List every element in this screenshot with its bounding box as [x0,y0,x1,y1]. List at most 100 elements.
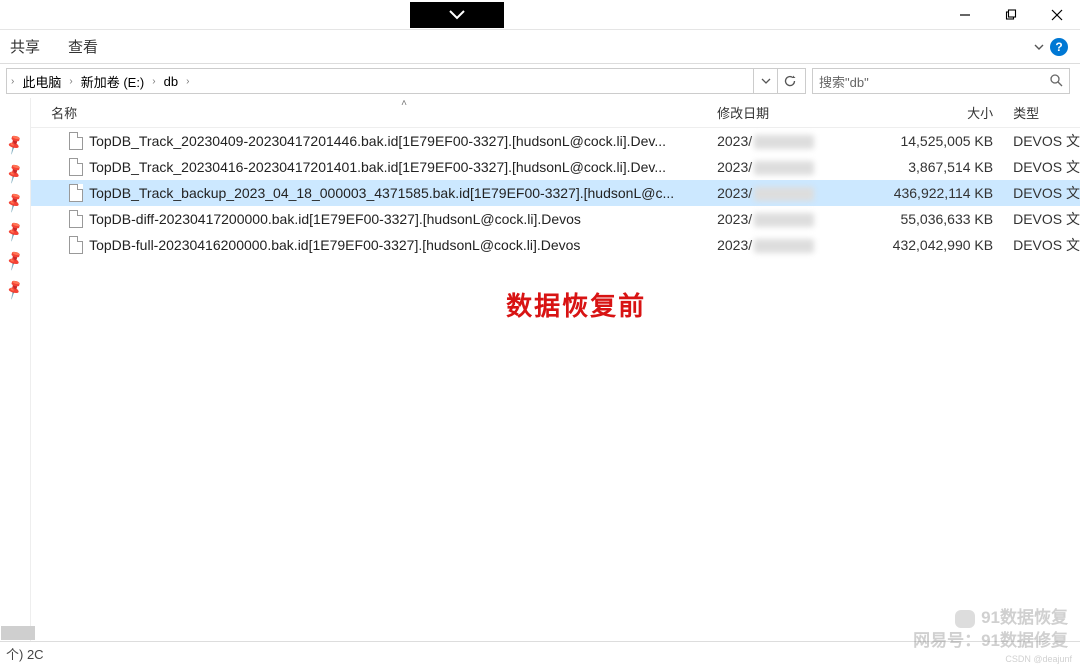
overlay-caption: 数据恢复前 [506,286,646,323]
maximize-icon [1005,9,1017,21]
file-icon [69,184,83,202]
chevron-down-icon [449,10,465,20]
file-name-text: TopDB_Track_20230409-20230417201446.bak.… [89,133,666,149]
sidebar-scrollbar[interactable] [1,626,35,640]
file-type-cell: DEVOS 文 [1007,183,1080,203]
search-icon [1049,73,1063,87]
chevron-right-icon[interactable]: › [11,76,14,87]
breadcrumb-folder[interactable]: db [160,74,182,89]
maximize-button[interactable] [988,0,1034,30]
ribbon-tab-share[interactable]: 共享 [10,36,40,57]
breadcrumb-volume[interactable]: 新加卷 (E:) [77,72,149,91]
file-size-cell: 432,042,990 KB [857,237,1007,253]
breadcrumb-label: 此电脑 [22,72,61,91]
file-date-blurred [754,187,814,201]
file-date-prefix: 2023/ [717,185,752,201]
ribbon-expand-chevron[interactable] [1034,43,1044,51]
close-button[interactable] [1034,0,1080,30]
minimize-icon [959,9,971,21]
file-type-cell: DEVOS 文 [1007,157,1080,177]
pin-icon[interactable]: 📌 [3,278,27,301]
file-row[interactable]: TopDB_Track_backup_2023_04_18_000003_437… [31,180,1080,206]
ribbon-tab-view[interactable]: 查看 [68,36,98,57]
chevron-down-icon [761,77,771,85]
file-icon [69,236,83,254]
file-type-cell: DEVOS 文 [1007,235,1080,255]
main-area: 📌 📌 📌 📌 📌 📌 名称 修改日期 大小 类型 ˄ TopDB_Track_… [0,98,1080,641]
file-name-cell: TopDB_Track_20230416-20230417201401.bak.… [31,158,717,176]
ribbon-collapse-dropdown[interactable] [410,2,504,28]
file-date-cell: 2023/ [717,133,857,149]
chevron-down-icon [1034,43,1044,51]
file-rows: TopDB_Track_20230409-20230417201446.bak.… [31,128,1080,258]
file-row[interactable]: TopDB-full-20230416200000.bak.id[1E79EF0… [31,232,1080,258]
pin-icon[interactable]: 📌 [3,133,27,156]
file-date-cell: 2023/ [717,211,857,227]
file-name-text: TopDB-full-20230416200000.bak.id[1E79EF0… [89,237,580,253]
file-date-blurred [754,239,814,253]
file-name-cell: TopDB_Track_20230409-20230417201446.bak.… [31,132,717,150]
quick-access-sidebar: 📌 📌 📌 📌 📌 📌 [0,98,31,641]
title-bar [0,0,1080,30]
search-placeholder: 搜索"db" [819,72,869,91]
ribbon-tabs: 共享 查看 ? [0,30,1080,64]
pin-icon[interactable]: 📌 [3,249,27,272]
column-header-date[interactable]: 修改日期 [717,98,857,127]
column-header-name[interactable]: 名称 [31,98,717,127]
file-row[interactable]: TopDB-diff-20230417200000.bak.id[1E79EF0… [31,206,1080,232]
file-date-prefix: 2023/ [717,133,752,149]
pin-icon[interactable]: 📌 [3,220,27,243]
file-name-text: TopDB_Track_backup_2023_04_18_000003_437… [89,185,674,201]
file-date-cell: 2023/ [717,237,857,253]
minimize-button[interactable] [942,0,988,30]
file-size-cell: 55,036,633 KB [857,211,1007,227]
breadcrumb-label: db [164,74,178,89]
refresh-button[interactable] [777,69,801,93]
file-size-cell: 436,922,114 KB [857,185,1007,201]
status-text: 个) 2C [6,644,44,663]
file-row[interactable]: TopDB_Track_20230409-20230417201446.bak.… [31,128,1080,154]
search-box[interactable]: 搜索"db" [812,68,1070,94]
file-date-cell: 2023/ [717,159,857,175]
breadcrumb-this-pc[interactable]: 此电脑 [18,72,65,91]
refresh-icon [783,74,797,88]
pin-icon[interactable]: 📌 [3,162,27,185]
file-name-cell: TopDB_Track_backup_2023_04_18_000003_437… [31,184,717,202]
file-date-blurred [754,213,814,227]
pin-icon[interactable]: 📌 [3,191,27,214]
close-icon [1051,9,1063,21]
file-date-blurred [754,161,814,175]
file-date-prefix: 2023/ [717,211,752,227]
column-header-type[interactable]: 类型 [1007,98,1080,127]
file-date-prefix: 2023/ [717,159,752,175]
file-row[interactable]: TopDB_Track_20230416-20230417201401.bak.… [31,154,1080,180]
search-button[interactable] [1049,73,1063,90]
file-type-cell: DEVOS 文 [1007,209,1080,229]
file-size-cell: 3,867,514 KB [857,159,1007,175]
nav-row: › 此电脑 › 新加卷 (E:) › db › 搜索"db" [0,64,1080,98]
column-header-size[interactable]: 大小 [857,98,1007,127]
file-icon [69,132,83,150]
file-name-text: TopDB_Track_20230416-20230417201401.bak.… [89,159,666,175]
file-date-cell: 2023/ [717,185,857,201]
file-date-prefix: 2023/ [717,237,752,253]
address-dropdown-button[interactable] [753,69,777,93]
chevron-right-icon: › [186,76,189,87]
chevron-right-icon: › [69,76,72,87]
column-headers: 名称 修改日期 大小 类型 ˄ [31,98,1080,128]
address-bar[interactable]: › 此电脑 › 新加卷 (E:) › db › [6,68,806,94]
help-icon[interactable]: ? [1050,38,1068,56]
sort-indicator-icon: ˄ [401,98,407,109]
status-bar: 个) 2C [0,641,1080,665]
file-icon [69,158,83,176]
file-name-cell: TopDB-full-20230416200000.bak.id[1E79EF0… [31,236,717,254]
breadcrumb-label: 新加卷 (E:) [81,72,145,91]
window-controls [942,0,1080,30]
file-name-cell: TopDB-diff-20230417200000.bak.id[1E79EF0… [31,210,717,228]
file-name-text: TopDB-diff-20230417200000.bak.id[1E79EF0… [89,211,581,227]
file-date-blurred [754,135,814,149]
file-icon [69,210,83,228]
file-type-cell: DEVOS 文 [1007,131,1080,151]
file-list-pane: 名称 修改日期 大小 类型 ˄ TopDB_Track_20230409-202… [31,98,1080,641]
file-size-cell: 14,525,005 KB [857,133,1007,149]
